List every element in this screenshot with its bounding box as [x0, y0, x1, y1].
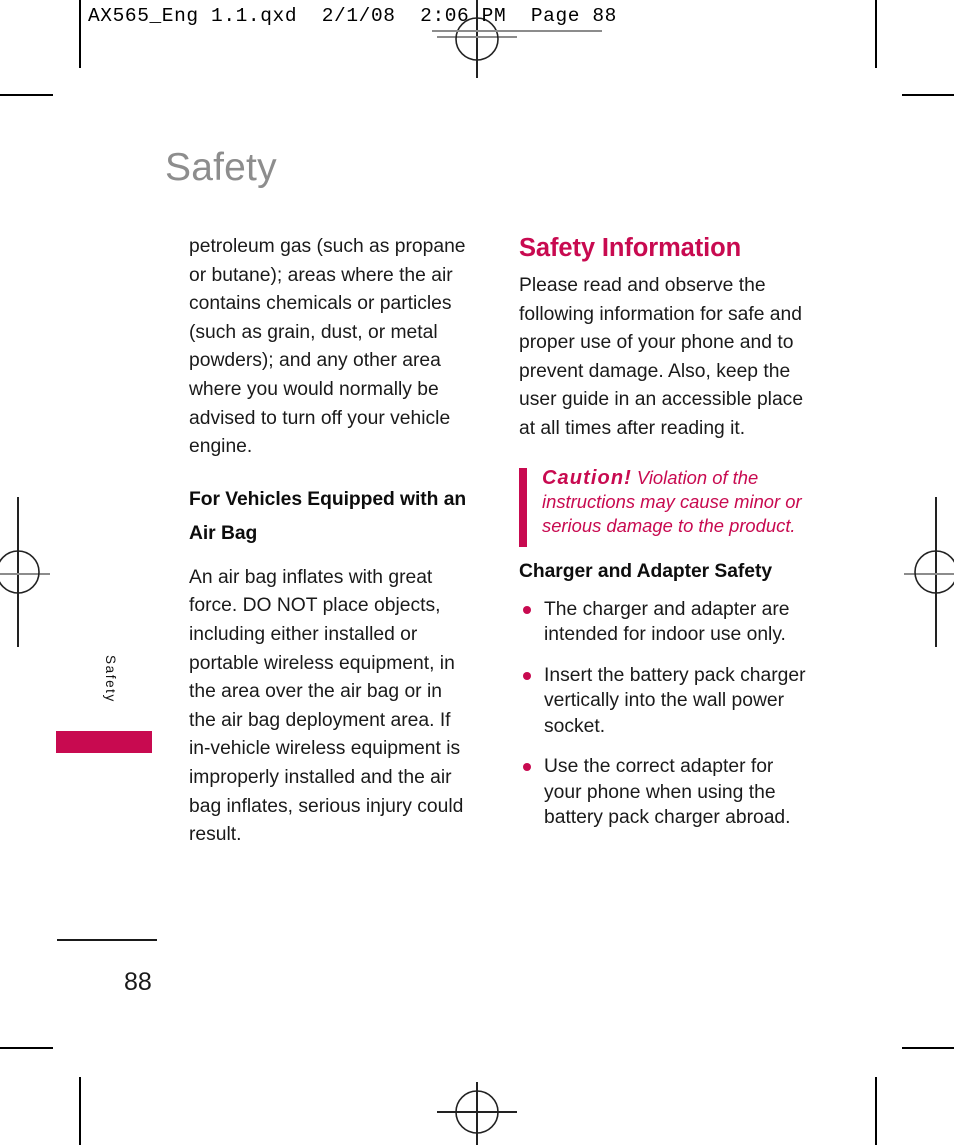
caution-callout: Caution! Violation of the instructions ma… [519, 466, 814, 547]
crop-mark-bottom-left-horizontal [0, 1047, 53, 1049]
crop-mark-bottom-right-horizontal [902, 1047, 954, 1049]
section-heading-safety-information: Safety Information [519, 234, 742, 262]
list-item: Use the correct adapter for your phone w… [519, 754, 814, 831]
bullet-dot-icon [523, 671, 531, 680]
charger-safety-bullet-list: The charger and adapter are intended for… [519, 597, 814, 831]
list-item-text: Insert the battery pack charger vertical… [544, 664, 806, 737]
side-tab-accent-bar [56, 731, 152, 753]
registration-target-right [898, 497, 954, 647]
safety-intro-paragraph: Please read and observe the following in… [519, 275, 804, 439]
bullet-dot-icon [523, 763, 531, 772]
bullet-dot-icon [523, 605, 531, 614]
registration-target-left [0, 497, 58, 647]
crop-mark-top-left-vertical [79, 0, 81, 68]
prepress-slug-rule [432, 30, 602, 32]
crop-mark-top-right-horizontal [902, 94, 954, 96]
crop-mark-top-right-vertical [875, 0, 877, 68]
crop-mark-bottom-left-vertical [79, 1077, 81, 1145]
page-title: Safety [165, 146, 277, 189]
page-number: 88 [124, 968, 152, 996]
continued-paragraph: petroleum gas (such as propane or butane… [189, 236, 466, 458]
right-column: Safety Information Please read and obser… [519, 233, 814, 846]
air-bag-paragraph: An air bag inflates with great force. DO… [189, 566, 464, 846]
registration-target-bottom [437, 1082, 517, 1145]
prepress-slug-line: AX565_Eng 1.1.qxd 2/1/08 2:06 PM Page 88 [88, 5, 617, 27]
footer-rule [57, 939, 157, 941]
crop-mark-top-left-horizontal [0, 94, 53, 96]
list-item: The charger and adapter are intended for… [519, 597, 814, 648]
subheading-air-bag: For Vehicles Equipped with an Air Bag [189, 488, 467, 544]
subheading-charger-adapter-safety: Charger and Adapter Safety [519, 561, 772, 583]
document-page: AX565_Eng 1.1.qxd 2/1/08 2:06 PM Page 88… [0, 0, 954, 1145]
crop-mark-bottom-right-vertical [875, 1077, 877, 1145]
left-column: petroleum gas (such as propane or butane… [189, 233, 474, 850]
caution-accent-bar [519, 467, 527, 547]
side-tab-label: Safety [103, 655, 118, 703]
list-item: Insert the battery pack charger vertical… [519, 663, 814, 740]
list-item-text: The charger and adapter are intended for… [544, 598, 790, 646]
caution-label: Caution! [542, 466, 632, 489]
list-item-text: Use the correct adapter for your phone w… [544, 756, 791, 829]
